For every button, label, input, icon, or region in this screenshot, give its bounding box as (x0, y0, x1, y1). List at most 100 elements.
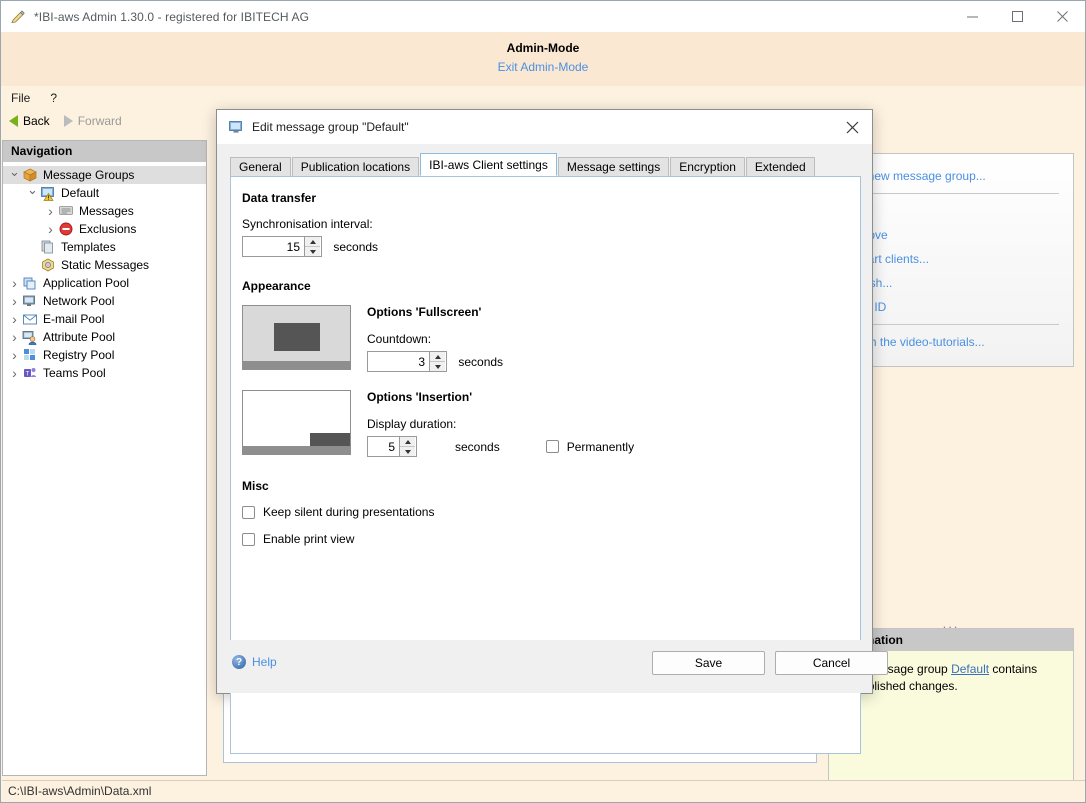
sidebar-item-static-messages[interactable]: Static Messages (3, 256, 206, 274)
minimize-button[interactable] (950, 1, 995, 32)
cancel-button[interactable]: Cancel (775, 651, 888, 675)
stepper-buttons[interactable] (399, 437, 415, 456)
sidebar-item-label: Default (61, 186, 99, 200)
chevron-down-icon[interactable] (25, 185, 40, 201)
keep-silent-checkbox-row[interactable]: Keep silent during presentations (242, 505, 860, 519)
unit-seconds: seconds (333, 240, 378, 254)
monitor-warning-icon (40, 185, 56, 201)
tab-extended[interactable]: Extended (746, 157, 815, 176)
insertion-preview[interactable] (242, 390, 351, 455)
stepper-down-icon[interactable] (305, 246, 320, 256)
help-link[interactable]: ? Help (232, 655, 277, 669)
sidebar-item-exclusions[interactable]: Exclusions (3, 220, 206, 238)
help-label: Help (252, 655, 277, 669)
sidebar-item-attribute-pool[interactable]: Attribute Pool (3, 328, 206, 346)
stepper-buttons[interactable] (429, 352, 445, 371)
sidebar-item-email-pool[interactable]: E-mail Pool (3, 310, 206, 328)
permanently-label: Permanently (567, 440, 634, 454)
chevron-right-icon[interactable] (43, 203, 58, 219)
label-synchronisation-interval: Synchronisation interval: (242, 217, 860, 231)
message-groups-icon (22, 167, 38, 183)
stepper-down-icon[interactable] (400, 446, 415, 456)
insertion-preview-block (310, 433, 350, 446)
navigation-panel: Navigation Message Groups Default (2, 140, 207, 776)
countdown-stepper[interactable] (367, 351, 447, 372)
chevron-right-icon[interactable] (7, 293, 22, 309)
chevron-right-icon[interactable] (7, 311, 22, 327)
window-controls (950, 1, 1085, 32)
sidebar-item-label: Static Messages (61, 258, 149, 272)
exit-admin-mode-link[interactable]: Exit Admin-Mode (1, 60, 1085, 74)
label-options-fullscreen: Options 'Fullscreen' (367, 305, 503, 319)
tab-ibi-aws-client-settings[interactable]: IBI-aws Client settings (420, 153, 557, 176)
chevron-right-icon[interactable] (7, 365, 22, 381)
fullscreen-preview[interactable] (242, 305, 351, 370)
arrow-left-icon (9, 115, 18, 127)
menu-bar: File ? (1, 86, 1085, 109)
permanently-checkbox[interactable] (546, 440, 559, 453)
tab-encryption[interactable]: Encryption (670, 157, 745, 176)
divider (843, 193, 1059, 194)
save-button[interactable]: Save (652, 651, 765, 675)
note-message-group-link[interactable]: Default (951, 662, 989, 676)
enable-print-view-checkbox-row[interactable]: Enable print view (242, 532, 860, 546)
permanently-checkbox-row[interactable]: Permanently (546, 440, 634, 454)
synchronisation-interval-input[interactable] (243, 237, 304, 256)
chevron-right-icon[interactable] (7, 275, 22, 291)
dialog-footer: ? Help Save Cancel (217, 640, 872, 693)
menu-item-help[interactable]: ? (40, 89, 67, 107)
section-title-misc: Misc (242, 479, 860, 493)
section-title-data-transfer: Data transfer (242, 191, 860, 205)
tab-publication-locations[interactable]: Publication locations (292, 157, 419, 176)
enable-print-view-checkbox[interactable] (242, 533, 255, 546)
attribute-pool-icon (22, 329, 38, 345)
sidebar-item-label: Attribute Pool (43, 330, 115, 344)
admin-mode-banner: Admin-Mode Exit Admin-Mode (1, 32, 1085, 86)
chevron-down-icon[interactable] (7, 167, 22, 183)
synchronisation-interval-stepper[interactable] (242, 236, 322, 257)
chevron-right-icon[interactable] (43, 221, 58, 237)
dialog-close-button[interactable] (832, 110, 872, 144)
stepper-up-icon[interactable] (430, 352, 445, 361)
navigation-tree: Message Groups Default Messages (3, 162, 206, 382)
sidebar-item-messages[interactable]: Messages (3, 202, 206, 220)
tab-general[interactable]: General (230, 157, 291, 176)
static-messages-icon (40, 257, 56, 273)
sidebar-item-network-pool[interactable]: Network Pool (3, 292, 206, 310)
display-duration-input[interactable] (368, 437, 399, 456)
sidebar-item-label: E-mail Pool (43, 312, 104, 326)
dialog-title-bar: Edit message group "Default" (217, 110, 872, 144)
stepper-up-icon[interactable] (305, 237, 320, 246)
sidebar-item-label: Templates (61, 240, 116, 254)
display-duration-stepper[interactable] (367, 436, 417, 457)
email-pool-icon (22, 311, 38, 327)
sidebar-item-application-pool[interactable]: Application Pool (3, 274, 206, 292)
stepper-up-icon[interactable] (400, 437, 415, 446)
messages-icon (58, 203, 74, 219)
chevron-right-icon[interactable] (7, 347, 22, 363)
chevron-right-icon[interactable] (7, 329, 22, 345)
keep-silent-checkbox[interactable] (242, 506, 255, 519)
back-label: Back (23, 114, 50, 128)
sidebar-item-label: Network Pool (43, 294, 114, 308)
close-button[interactable] (1040, 1, 1085, 32)
stepper-buttons[interactable] (304, 237, 320, 256)
window-title: *IBI-aws Admin 1.30.0 - registered for I… (34, 10, 309, 24)
unit-seconds: seconds (455, 440, 500, 454)
sidebar-item-registry-pool[interactable]: Registry Pool (3, 346, 206, 364)
menu-item-file[interactable]: File (1, 89, 40, 107)
tab-message-settings[interactable]: Message settings (558, 157, 669, 176)
countdown-input[interactable] (368, 352, 429, 371)
sidebar-item-label: Application Pool (43, 276, 129, 290)
back-button[interactable]: Back (9, 114, 50, 128)
forward-button[interactable]: Forward (64, 114, 122, 128)
sidebar-item-teams-pool[interactable]: T Teams Pool (3, 364, 206, 382)
sidebar-item-default[interactable]: Default (3, 184, 206, 202)
sidebar-item-label: Exclusions (79, 222, 136, 236)
sidebar-item-templates[interactable]: Templates (3, 238, 206, 256)
navigation-header: Navigation (3, 141, 206, 162)
maximize-button[interactable] (995, 1, 1040, 32)
stepper-down-icon[interactable] (430, 361, 445, 371)
keep-silent-label: Keep silent during presentations (263, 505, 434, 519)
status-bar-path: C:\IBI-aws\Admin\Data.xml (8, 784, 151, 798)
